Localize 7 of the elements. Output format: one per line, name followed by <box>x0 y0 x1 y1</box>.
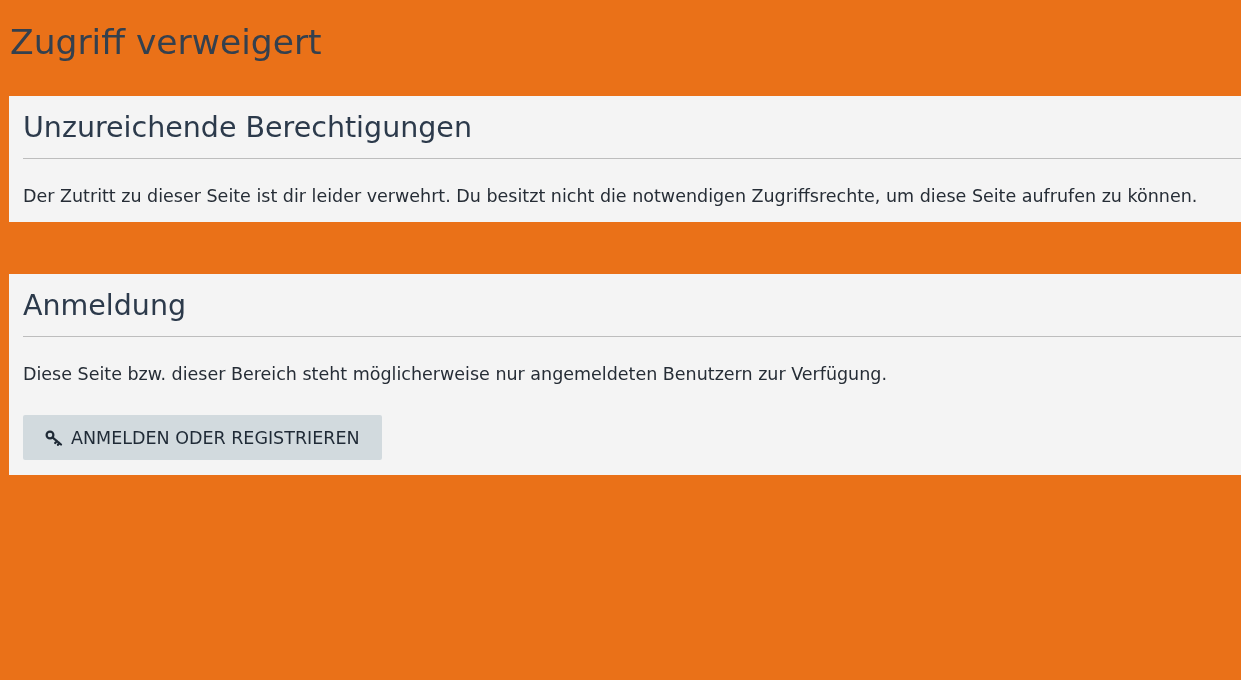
panel-heading: Unzureichende Berechtigungen <box>23 110 1241 159</box>
login-button[interactable]: ANMELDEN ODER REGISTRIEREN <box>23 415 382 460</box>
key-icon <box>45 429 63 446</box>
panel-text: Diese Seite bzw. dieser Bereich steht möglicherweise nur angemeldeten Benutzern zur Verfügung. <box>23 363 888 385</box>
panel-heading: Anmeldung <box>23 288 1241 337</box>
page-title: Zugriff verweigert <box>10 22 323 62</box>
panel-text: Der Zutritt zu dieser Seite ist dir leider verwehrt. Du besitzt nicht die notwendigen Zugriffsrechte, um diese Seite aufrufen zu können. <box>23 185 1199 207</box>
